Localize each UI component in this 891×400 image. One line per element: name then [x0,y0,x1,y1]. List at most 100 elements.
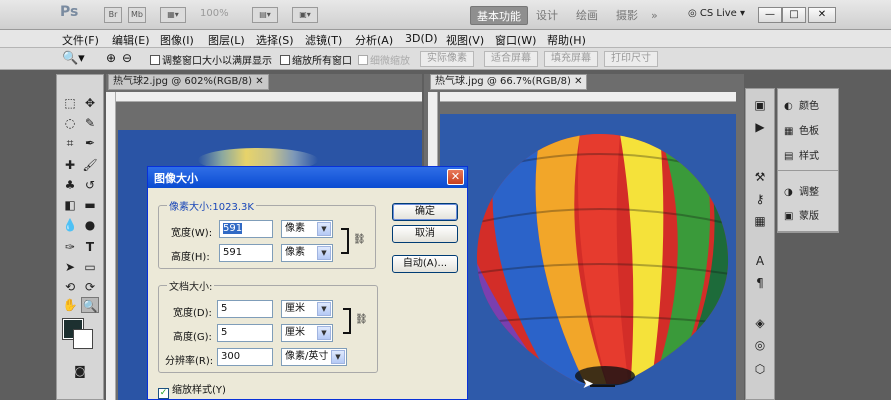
zoom-all-windows-checkbox[interactable]: 缩放所有窗口 [280,52,352,67]
history-brush-tool-icon[interactable]: ↺ [81,177,99,193]
menu-view[interactable]: 视图(V) [446,32,484,48]
clone-stamp-tool-icon[interactable]: ♣ [61,177,79,193]
menu-layer[interactable]: 图层(L) [208,32,245,48]
lasso-tool-icon[interactable]: ◌ [61,115,79,131]
zoom-tool-icon[interactable]: 🔍 [81,297,99,313]
menu-image[interactable]: 图像(I) [160,32,194,48]
history-panel-icon[interactable]: ▣ [751,97,769,113]
gradient-tool-icon[interactable]: ▬ [81,197,99,213]
doc-width-input[interactable]: 5 [217,300,273,318]
close-icon[interactable]: ✕ [574,76,582,87]
menu-edit[interactable]: 编辑(E) [112,32,150,48]
horizontal-ruler [116,92,422,102]
actions-panel-icon[interactable]: ▶ [751,119,769,135]
pixel-width-input[interactable]: 591 [219,220,273,238]
type-tool-icon[interactable]: T [81,239,99,255]
pixel-height-unit-select[interactable]: 像素 ▼ [281,244,333,262]
arrange-documents-icon[interactable]: ▤▾ [252,7,278,23]
screen-mode-icon[interactable]: ▣▾ [292,7,318,23]
cancel-button[interactable]: 取消 [392,225,458,243]
3d-rotate-tool-icon[interactable]: ⟲ [61,279,79,295]
hand-tool-icon[interactable]: ✋ [61,297,79,313]
workspace-painting[interactable]: 绘画 [570,6,604,25]
tools-panel: ⬚ ✥ ◌ ✎ ⌗ ✒ ✚ 🖌 ♣ ↺ ◧ ▬ 💧 ● ✑ T ➤ ▭ ⟲ ⟳ … [56,74,104,400]
character-panel-icon[interactable]: A [751,253,769,269]
bridge-icon[interactable]: Br [104,7,122,23]
brush-presets-icon[interactable]: ⚷ [751,191,769,207]
menu-file[interactable]: 文件(F) [62,32,99,48]
quick-select-tool-icon[interactable]: ✎ [81,115,99,131]
menu-3d[interactable]: 3D(D) [405,32,438,45]
3d-orbit-tool-icon[interactable]: ⟳ [81,279,99,295]
zoom-in-icon[interactable]: ⊕ [106,51,116,65]
eyedropper-tool-icon[interactable]: ✒ [81,135,99,151]
menu-window[interactable]: 窗口(W) [495,32,536,48]
styles-panel-tab[interactable]: ▤ 样式 [784,147,819,162]
minibridge-icon[interactable]: Mb [128,7,146,23]
adjustments-icon: ◑ [784,187,793,198]
options-bar: 🔍▾ ⊕ ⊖ 调整窗口大小以满屏显示 缩放所有窗口 细微缩放 实际像素 适合屏幕… [0,48,891,70]
pixel-width-unit-select[interactable]: 像素 ▼ [281,220,333,238]
layers-panel-icon[interactable]: ◈ [751,315,769,331]
workspace-essentials[interactable]: 基本功能 [470,6,528,25]
menu-filter[interactable]: 滤镜(T) [305,32,342,48]
marquee-tool-icon[interactable]: ⬚ [61,95,79,111]
tab-document-1[interactable]: 热气球2.jpg @ 602%(RGB/8) ✕ [108,74,269,90]
crop-tool-icon[interactable]: ⌗ [61,135,79,151]
move-tool-icon[interactable]: ✥ [81,95,99,111]
actual-pixels-button[interactable]: 实际像素 [420,51,474,67]
dodge-tool-icon[interactable]: ● [81,217,99,233]
channels-panel-icon[interactable]: ◎ [751,337,769,353]
swatches-panel-tab[interactable]: ▦ 色板 [784,122,819,137]
pixel-height-input[interactable]: 591 [219,244,273,262]
pen-tool-icon[interactable]: ✑ [61,239,79,255]
document-canvas-2[interactable]: ➤ [440,114,736,400]
menu-help[interactable]: 帮助(H) [547,32,586,48]
cs-live-button[interactable]: ◎ CS Live ▾ [688,8,745,19]
minimize-button[interactable]: — [758,7,782,23]
view-extras-icon[interactable]: ▦▾ [160,7,186,23]
zoom-tool-icon[interactable]: 🔍▾ [62,51,85,66]
more-workspaces-icon[interactable]: » [645,6,664,25]
paths-panel-icon[interactable]: ⬡ [751,361,769,377]
shape-tool-icon[interactable]: ▭ [81,259,99,275]
menu-analysis[interactable]: 分析(A) [355,32,393,48]
doc-width-unit-select[interactable]: 厘米 ▼ [281,300,333,318]
paragraph-panel-icon[interactable]: ¶ [751,275,769,291]
zoom-out-icon[interactable]: ⊖ [122,51,132,65]
quick-mask-icon[interactable]: ◙ [71,363,89,379]
adjustments-panel-tab[interactable]: ◑ 调整 [784,183,819,198]
tool-presets-icon[interactable]: ⚒ [751,169,769,185]
menu-select[interactable]: 选择(S) [256,32,294,48]
path-select-tool-icon[interactable]: ➤ [61,259,79,275]
brush-tool-icon[interactable]: 🖌 [81,157,99,173]
masks-panel-tab[interactable]: ▣ 蒙版 [784,207,819,222]
restore-button[interactable]: □ [782,7,806,23]
resolution-input[interactable]: 300 [217,348,273,366]
constrain-bracket [343,308,351,334]
resize-windows-checkbox[interactable]: 调整窗口大小以满屏显示 [150,52,272,67]
color-panel-tab[interactable]: ◐ 颜色 [784,97,819,112]
blur-tool-icon[interactable]: 💧 [61,217,79,233]
print-size-button[interactable]: 打印尺寸 [604,51,658,67]
doc-height-input[interactable]: 5 [217,324,273,342]
close-icon[interactable]: ✕ [255,76,263,87]
zoom-level[interactable]: 100% [200,8,229,19]
workspace-photography[interactable]: 摄影 [610,6,644,25]
ok-button[interactable]: 确定 [392,203,458,221]
eraser-tool-icon[interactable]: ◧ [61,197,79,213]
fit-screen-button[interactable]: 适合屏幕 [484,51,538,67]
healing-brush-tool-icon[interactable]: ✚ [61,157,79,173]
dialog-close-button[interactable]: ✕ [447,169,464,185]
resolution-unit-select[interactable]: 像素/英寸 ▼ [281,348,347,366]
scrubby-zoom-checkbox[interactable]: 细微缩放 [358,52,410,67]
background-color-swatch[interactable] [73,329,93,349]
tab-document-2[interactable]: 热气球.jpg @ 66.7%(RGB/8) ✕ [430,74,588,90]
workspace-design[interactable]: 设计 [530,6,564,25]
dialog-title-bar[interactable]: 图像大小 ✕ [148,167,467,188]
close-button[interactable]: ✕ [808,7,836,23]
doc-height-unit-select[interactable]: 厘米 ▼ [281,324,333,342]
clone-source-icon[interactable]: ▦ [751,213,769,229]
fill-screen-button[interactable]: 填充屏幕 [544,51,598,67]
auto-button[interactable]: 自动(A)... [392,255,458,273]
